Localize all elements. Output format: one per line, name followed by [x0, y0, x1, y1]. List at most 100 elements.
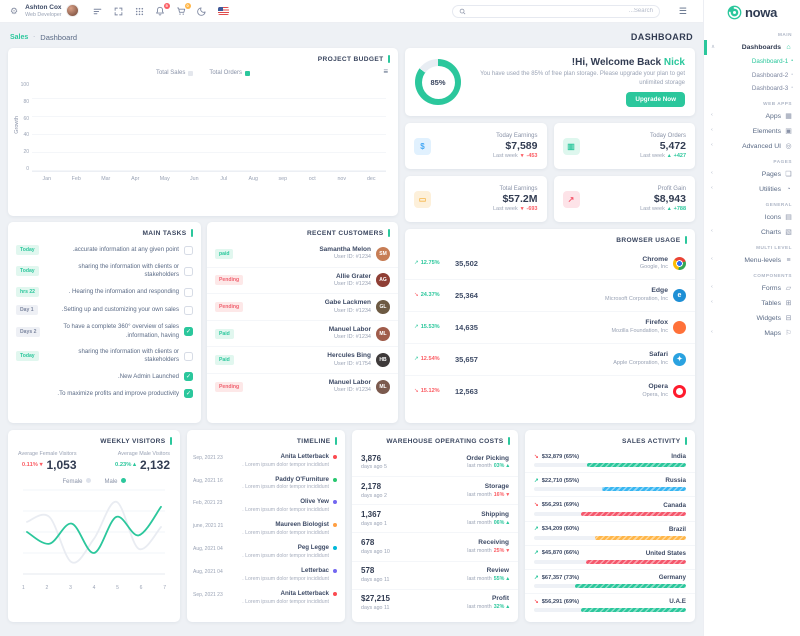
- customer-row[interactable]: PendingGabe LackmenUser ID: #1234GL: [207, 294, 398, 321]
- legend-label: Total Orders: [209, 70, 242, 76]
- fullscreen-icon[interactable]: [113, 6, 124, 17]
- card-title: RECENT CUSTOMERS: [207, 222, 398, 241]
- stat-body: Today Earnings$7,589Last week▾-453: [437, 133, 538, 159]
- sidebar-item-utilities[interactable]: ‹Utilities◔: [711, 182, 793, 197]
- customer-row[interactable]: paidSamantha MelonUser ID: #1234SM: [207, 241, 398, 268]
- timeline-dot-icon: [333, 592, 337, 596]
- timeline-date: Aug, 2021 04: [193, 544, 226, 552]
- customer-row[interactable]: PaidHercules BingUser ID: #1754HB: [207, 347, 398, 374]
- sidebar-item-label: Tables: [720, 300, 781, 307]
- sidebar-item-menu-levels[interactable]: ‹Menu-levels≡: [711, 253, 793, 268]
- warehouse-pct: 06%: [494, 520, 505, 527]
- last-week-label: Last week: [640, 206, 665, 212]
- sales-row-top: ↗$22,710 (55%)Russia: [534, 477, 686, 484]
- chart-menu-icon[interactable]: ≡: [383, 68, 388, 76]
- customer-name: Gabe Lackmen: [325, 299, 371, 307]
- task-checkbox[interactable]: ✓: [184, 389, 193, 398]
- card-title: WAREHOUSE OPERATING COSTS: [352, 430, 518, 449]
- task-checkbox[interactable]: ✓: [184, 372, 193, 381]
- trend-down-icon: ↘: [414, 388, 419, 394]
- sidebar-item-forms[interactable]: ‹Forms▱: [711, 281, 793, 296]
- visitors-legend-male: Male: [105, 478, 126, 485]
- warehouse-row-profit: $27,215days ago 11Profitlast month32%▴: [352, 590, 518, 617]
- caret-up-icon: ▴: [668, 153, 671, 159]
- card-title: MAIN TASKS: [8, 222, 201, 241]
- tables-icon: ⊞: [784, 300, 793, 307]
- cart-icon[interactable]: 0: [176, 6, 187, 17]
- align-left-icon[interactable]: [92, 6, 103, 17]
- customer-row[interactable]: PendingAllie GraterUser ID: #1234AG: [207, 268, 398, 295]
- topbar-menu-icon[interactable]: ☰: [679, 7, 687, 16]
- search-box[interactable]: [452, 5, 660, 18]
- task-checkbox[interactable]: [184, 246, 193, 255]
- sidebar-item-dashboard-3[interactable]: Dashboard-3•: [711, 82, 793, 96]
- task-badge: Today: [16, 266, 39, 276]
- task-checkbox[interactable]: [184, 306, 193, 315]
- notifications-bell-icon[interactable]: 5: [155, 6, 166, 17]
- dark-mode-moon-icon[interactable]: [197, 6, 208, 17]
- maps-icon: ⚐: [784, 330, 793, 337]
- stat-label: Profit Gain: [658, 186, 686, 192]
- settings-gear-icon[interactable]: ⚙: [10, 7, 18, 16]
- sales-country: Brazil: [669, 526, 686, 533]
- timeline-row: Feb, 2021 23Olive Yew. Lorem ipsum dolor…: [187, 495, 345, 518]
- language-flag-icon[interactable]: [218, 6, 229, 17]
- sidebar-item-dashboard-1[interactable]: Dashboard-1•: [711, 55, 793, 69]
- logo[interactable]: nowa: [704, 0, 800, 25]
- sales-amount: ↗$34,209 (60%): [534, 526, 579, 532]
- browser-row-safari: ↗12.54%35,657SafariApple Corporation, In…: [405, 344, 695, 376]
- sidebar-item-elements[interactable]: ‹Elements▣: [711, 124, 793, 139]
- sales-amount: ↘$32,879 (65%): [534, 454, 579, 460]
- sidebar-item-dashboards[interactable]: ∧Dashboards⌂: [711, 40, 793, 55]
- apps-icon: ▦: [784, 113, 793, 120]
- customer-user-id: User ID: #1234: [334, 281, 371, 288]
- task-checkbox[interactable]: [184, 288, 193, 297]
- sidebar-item-dashboard-2[interactable]: Dashboard-2•: [711, 69, 793, 83]
- user-avatar[interactable]: [66, 4, 79, 17]
- user-menu[interactable]: Ashton Cox Web Developer: [25, 4, 78, 18]
- customer-user-id: User ID: #1234: [334, 334, 371, 341]
- last-week-label: Last week: [493, 153, 518, 159]
- chevron-left-icon: ‹: [711, 186, 717, 192]
- browser-stats: ↘15.12%12,563: [414, 387, 478, 396]
- task-checkbox[interactable]: [184, 352, 193, 361]
- search-input[interactable]: [470, 8, 653, 14]
- warehouse-row-receiving: 678days ago 10Receivinglast month25%▾: [352, 533, 518, 561]
- sidebar-item-maps[interactable]: ‹Maps⚐: [711, 326, 793, 341]
- trend-up-icon: ↗: [534, 526, 539, 532]
- sidebar-group-label-pages: PAGES: [711, 154, 793, 167]
- customer-row[interactable]: PendingManuel LaborUser ID: #1234ML: [207, 374, 398, 400]
- upgrade-now-button[interactable]: Upgrade Now: [626, 92, 685, 107]
- timeline-card: TIMELINE Sep, 2021 23Anita Letterback. L…: [187, 430, 345, 622]
- dollar-icon: $: [414, 138, 431, 155]
- browser-pct: 24.37%: [421, 292, 440, 298]
- breadcrumb-separator: -: [33, 34, 35, 40]
- task-checkbox[interactable]: [184, 267, 193, 276]
- customer-row[interactable]: PaidManuel LaborUser ID: #1234ML: [207, 321, 398, 348]
- payment-status-badge: paid: [215, 249, 233, 259]
- warehouse-days-ago: days ago 11: [361, 605, 390, 612]
- sales-progress-fill: [587, 463, 686, 467]
- timeline-date: Feb, 2021 23: [193, 498, 226, 506]
- task-checkbox[interactable]: ✓: [184, 327, 193, 336]
- sidebar-item-widgets[interactable]: Widgets⊟: [711, 311, 793, 326]
- last-month-label: last month: [467, 492, 491, 499]
- budget-chart: Growth 100806040200 JanFebMarAprMayJunJu…: [8, 78, 398, 182]
- apps-grid-icon[interactable]: [134, 6, 145, 17]
- bullet-icon: •: [791, 59, 793, 64]
- browser-list: ↗12.75%35,502ChromeGoogle, Inc↘24.37%25,…: [405, 248, 695, 407]
- sidebar-item-tables[interactable]: ‹Tables⊞: [711, 296, 793, 311]
- chevron-left-icon: ‹: [711, 257, 717, 263]
- sidebar-item-apps[interactable]: ‹Apps▦: [711, 109, 793, 124]
- browser-name: Safari: [649, 351, 668, 360]
- chrome-icon: [673, 257, 686, 270]
- x-tick-label: Aug: [246, 176, 260, 182]
- sidebar-item-charts[interactable]: ‹Charts▧: [711, 225, 793, 240]
- breadcrumb-section-link[interactable]: Sales: [10, 34, 28, 41]
- female-visitors-delta: 0.11% ▾: [22, 462, 43, 468]
- sidebar-item-pages[interactable]: ‹Pages❏: [711, 167, 793, 182]
- sidebar-item-advanced-ui[interactable]: ‹Advanced UI◎: [711, 139, 793, 154]
- task-text: .Setting up and customizing your own sal…: [43, 306, 179, 314]
- welcome-message: You have used the 85% of free plan stora…: [480, 70, 685, 88]
- sidebar-item-icons[interactable]: Icons▤: [711, 210, 793, 225]
